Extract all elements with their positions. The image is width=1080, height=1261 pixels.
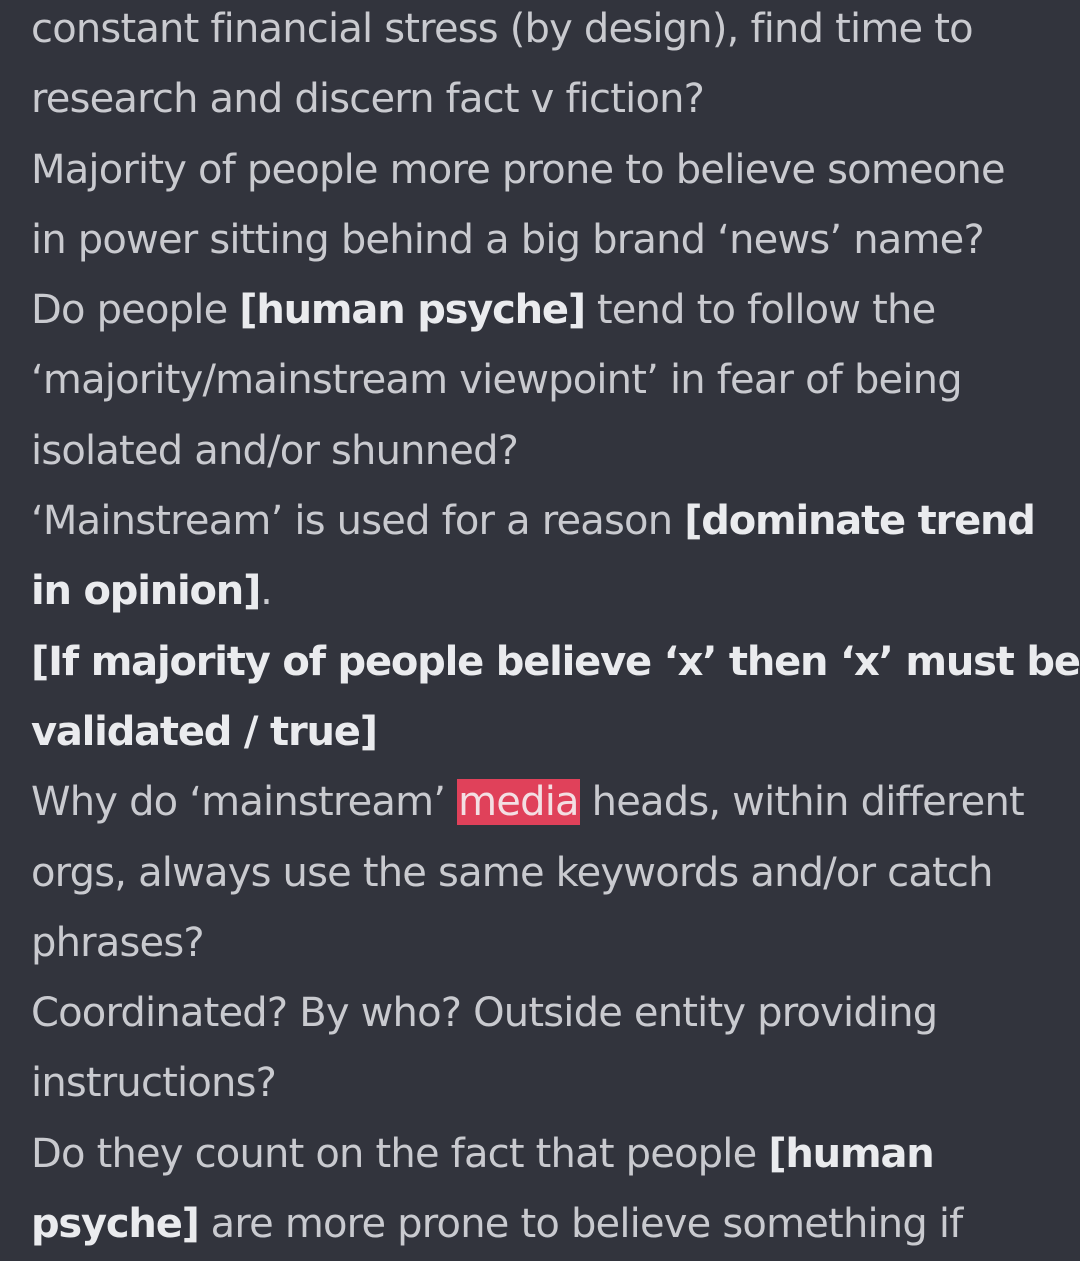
text-segment: research and discern fact v fiction? — [31, 76, 705, 123]
search-match-highlight: media — [457, 779, 580, 826]
text-line: research and discern fact v fiction? — [31, 64, 1076, 134]
text-line: Do they count on the fact that people [h… — [31, 1119, 1076, 1189]
text-line: psyche] are more prone to believe someth… — [31, 1189, 1076, 1259]
bold-text-segment: psyche] — [31, 1201, 200, 1248]
text-line: phrases? — [31, 908, 1076, 978]
text-segment: . — [260, 568, 273, 615]
text-segment: constant financial stress (by design), f… — [31, 6, 974, 52]
text-segment: Do they count on the fact that people — [31, 1130, 769, 1177]
text-segment: Majority of people more prone to believe… — [31, 146, 1006, 193]
text-line: Coordinated? By who? Outside entity prov… — [31, 978, 1076, 1048]
text-segment: are more prone to believe something if — [198, 1201, 964, 1248]
text-segment: instructions? — [31, 1060, 277, 1107]
text-line: constant financial stress (by design), f… — [31, 0, 1076, 64]
text-line: Do people [human psyche] tend to follow … — [31, 275, 1076, 345]
text-line: Majority of people more prone to believe… — [31, 135, 1076, 205]
text-segment: isolated and/or shunned? — [31, 427, 519, 474]
bold-text-segment: in opinion] — [31, 568, 261, 615]
text-segment: Do people — [31, 287, 240, 334]
note-body[interactable]: constant financial stress (by design), f… — [31, 0, 1080, 1259]
text-line: ‘majority/mainstream viewpoint’ in fear … — [31, 345, 1076, 415]
text-line: in power sitting behind a big brand ‘new… — [31, 205, 1076, 275]
text-segment: ‘Mainstream’ is used for a reason — [31, 498, 685, 545]
bold-text-segment: validated / true] — [31, 708, 378, 755]
bold-text-segment: [human — [768, 1130, 934, 1177]
text-segment: in power sitting behind a big brand ‘new… — [31, 216, 985, 263]
text-line: Why do ‘mainstream’ media heads, within … — [31, 767, 1076, 837]
text-segment: ‘majority/mainstream viewpoint’ in fear … — [31, 357, 963, 404]
bold-text-segment: [human psyche] — [239, 287, 586, 334]
text-line: validated / true] — [31, 697, 1076, 767]
text-line: orgs, always use the same keywords and/o… — [31, 838, 1076, 908]
text-segment: tend to follow the — [584, 287, 936, 334]
bold-text-segment: [dominate trend — [684, 498, 1036, 545]
text-segment: Coordinated? By who? Outside entity prov… — [31, 990, 938, 1037]
text-segment: heads, within different — [579, 779, 1025, 826]
text-segment: phrases? — [31, 919, 205, 966]
bold-text-segment: [If majority of people believe ‘x’ then … — [31, 638, 1080, 685]
text-segment: Why do ‘mainstream’ — [31, 779, 458, 826]
note-view[interactable]: constant financial stress (by design), f… — [0, 0, 1080, 1261]
text-line: [If majority of people believe ‘x’ then … — [31, 627, 1080, 697]
text-line: instructions? — [31, 1048, 1076, 1118]
text-line: isolated and/or shunned? — [31, 416, 1076, 486]
text-segment: orgs, always use the same keywords and/o… — [31, 849, 993, 896]
text-line: in opinion]. — [31, 556, 1076, 626]
text-line: ‘Mainstream’ is used for a reason [domin… — [31, 486, 1076, 556]
